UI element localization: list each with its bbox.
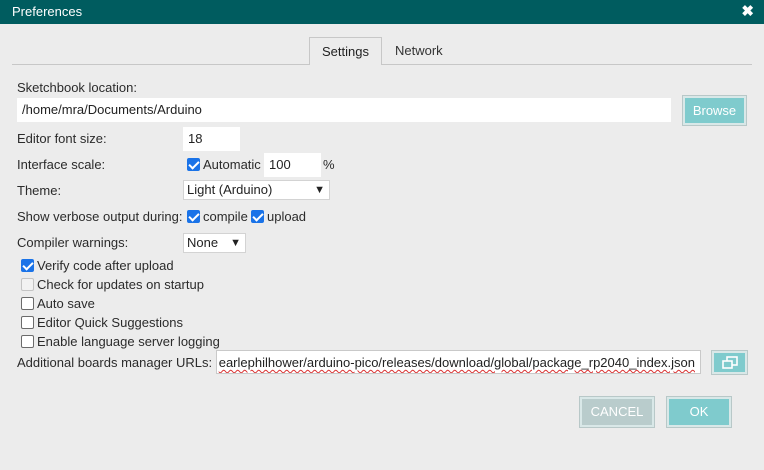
theme-select[interactable]: Light (Arduino) ▼ (183, 180, 330, 200)
browse-button[interactable]: Browse (683, 96, 746, 125)
automatic-scale-checkbox[interactable] (187, 158, 200, 171)
compiler-warnings-select[interactable]: None ▼ (183, 233, 246, 253)
verbose-upload-checkbox[interactable] (251, 210, 264, 223)
verbose-compile-checkbox[interactable] (187, 210, 200, 223)
tab-settings[interactable]: Settings (309, 37, 382, 65)
title-bar: Preferences ✖ (0, 0, 764, 24)
font-size-input[interactable]: 18 (183, 127, 240, 151)
sketchbook-location-input[interactable]: /home/mra/Documents/Arduino (17, 98, 671, 122)
window-restore-icon (722, 356, 738, 369)
close-icon[interactable]: ✖ (741, 2, 754, 20)
verify-upload-checkbox[interactable] (21, 259, 34, 272)
verbose-output-label: Show verbose output during: (17, 209, 183, 224)
edit-urls-button[interactable] (712, 351, 747, 374)
font-size-label: Editor font size: (17, 131, 107, 146)
quick-suggestions-checkbox[interactable] (21, 316, 34, 329)
check-updates-checkbox (21, 278, 34, 291)
interface-scale-label: Interface scale: (17, 157, 106, 172)
tab-network[interactable]: Network (383, 37, 455, 65)
verbose-compile-label: compile (203, 209, 248, 224)
percent-unit: % (323, 157, 335, 172)
chevron-down-icon: ▼ (314, 184, 325, 196)
automatic-scale-label: Automatic (203, 157, 261, 172)
auto-save-label: Auto save (37, 296, 95, 311)
check-updates-label: Check for updates on startup (37, 277, 204, 292)
quick-suggestions-label: Editor Quick Suggestions (37, 315, 183, 330)
verify-upload-label: Verify code after upload (37, 258, 174, 273)
theme-selected-value: Light (Arduino) (187, 182, 273, 197)
language-server-logging-label: Enable language server logging (37, 334, 220, 349)
language-server-logging-checkbox[interactable] (21, 335, 34, 348)
chevron-down-icon: ▼ (230, 237, 241, 249)
sketchbook-label: Sketchbook location: (17, 80, 137, 95)
interface-scale-input[interactable]: 100 (264, 153, 321, 177)
boards-urls-value: earlephilhower/arduino-pico/releases/dow… (218, 355, 695, 370)
theme-label: Theme: (17, 183, 62, 198)
compiler-warnings-label: Compiler warnings: (17, 235, 129, 250)
window-title: Preferences (12, 4, 83, 19)
boards-urls-input[interactable]: earlephilhower/arduino-pico/releases/dow… (216, 350, 701, 374)
boards-urls-label: Additional boards manager URLs: (17, 355, 213, 370)
verbose-upload-label: upload (267, 209, 307, 224)
ok-button[interactable]: OK (667, 397, 731, 427)
cancel-button[interactable]: CANCEL (580, 397, 654, 427)
auto-save-checkbox[interactable] (21, 297, 34, 310)
compiler-warnings-selected-value: None (187, 235, 219, 250)
tab-divider (12, 64, 752, 65)
